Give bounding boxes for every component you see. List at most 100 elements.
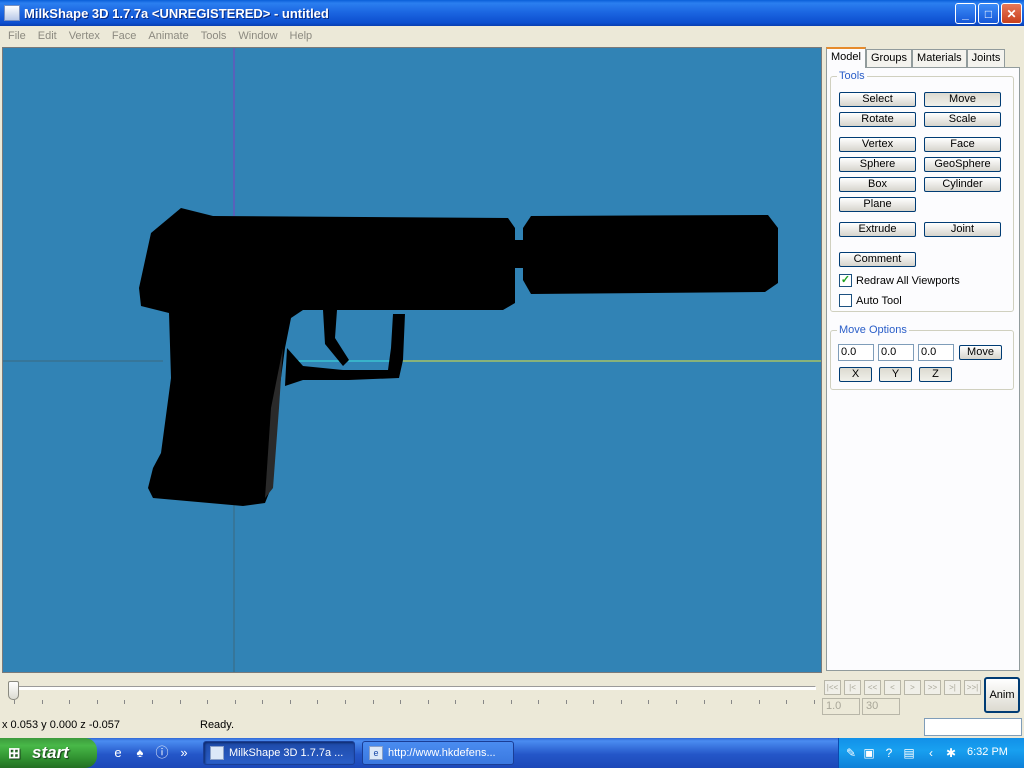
axis-x-toggle[interactable]: X [839, 367, 872, 382]
timeline-tick [593, 700, 595, 704]
face-button[interactable]: Face [924, 137, 1001, 152]
minimize-button[interactable]: _ [955, 3, 976, 24]
tab-materials[interactable]: Materials [912, 49, 967, 68]
scale-button[interactable]: Scale [924, 112, 1001, 127]
timeline-tick [289, 700, 291, 704]
tool-panel: Model Groups Materials Joints Tools Sele… [824, 47, 1022, 673]
redraw-checkbox-box[interactable]: ✓ [839, 274, 852, 287]
tab-model[interactable]: Model [826, 47, 866, 68]
timeline-tick [648, 700, 650, 704]
move-options-legend: Move Options [839, 324, 907, 336]
redraw-all-viewports-checkbox[interactable]: ✓ Redraw All Viewports [839, 274, 960, 287]
start-label: start [32, 743, 69, 762]
rotate-button[interactable]: Rotate [839, 112, 916, 127]
windows-taskbar: ⊞ start e ♠ ⓘ » MilkShape 3D 1.7.7a ... … [0, 738, 1024, 768]
box-button[interactable]: Box [839, 177, 916, 192]
move-apply-button[interactable]: Move [959, 345, 1002, 360]
menu-file[interactable]: File [2, 30, 32, 42]
auto-tool-checkbox[interactable]: Auto Tool [839, 294, 902, 307]
prev-key-button[interactable]: |< [844, 680, 861, 695]
auto-tool-checkbox-box[interactable] [839, 294, 852, 307]
taskbar-item-browser[interactable]: e http://www.hkdefens... [362, 741, 514, 765]
sphere-button[interactable]: Sphere [839, 157, 916, 172]
timeline-tick [317, 700, 319, 704]
quicklaunch-more-icon[interactable]: » [176, 745, 192, 761]
tab-joints[interactable]: Joints [966, 49, 1006, 68]
menu-vertex[interactable]: Vertex [63, 30, 106, 42]
start-button[interactable]: ⊞ start [0, 738, 97, 768]
axis-y-toggle[interactable]: Y [879, 367, 912, 382]
menu-face[interactable]: Face [106, 30, 142, 42]
move-button[interactable]: Move [924, 92, 1001, 107]
plane-button[interactable]: Plane [839, 197, 916, 212]
select-button[interactable]: Select [839, 92, 916, 107]
tray-expand-icon[interactable]: ‹ [923, 745, 939, 761]
menu-tools[interactable]: Tools [195, 30, 233, 42]
timeline-tick [565, 700, 567, 704]
first-frame-button[interactable]: |<< [824, 680, 841, 695]
timeline-tick [400, 700, 402, 704]
move-y-input[interactable]: 0.0 [878, 344, 914, 361]
cylinder-button[interactable]: Cylinder [924, 177, 1001, 192]
title-bar: MilkShape 3D 1.7.7a <UNREGISTERED> - unt… [0, 0, 1024, 26]
timeline-tick [151, 700, 153, 704]
browser-task-icon: e [369, 746, 383, 760]
extrude-button[interactable]: Extrude [839, 222, 916, 237]
timeline-slider-thumb[interactable] [8, 681, 19, 700]
internet-explorer-icon[interactable]: e [110, 745, 126, 761]
timeline-tick [234, 700, 236, 704]
timeline-tick [124, 700, 126, 704]
menu-window[interactable]: Window [232, 30, 283, 42]
timeline-ticks [14, 700, 815, 706]
tray-monitor-icon[interactable]: ▤ [901, 745, 917, 761]
app-icon [4, 5, 20, 21]
rewind-button[interactable]: << [864, 680, 881, 695]
total-frames-field[interactable]: 30 [862, 698, 900, 715]
timeline-tick [538, 700, 540, 704]
joint-button[interactable]: Joint [924, 222, 1001, 237]
timeline-track[interactable] [10, 686, 816, 690]
timeline-tick [731, 700, 733, 704]
menu-help[interactable]: Help [284, 30, 319, 42]
maximize-button[interactable]: □ [978, 3, 999, 24]
timeline-tick [372, 700, 374, 704]
timeline-tick [345, 700, 347, 704]
timeline-tick [455, 700, 457, 704]
menu-animate[interactable]: Animate [142, 30, 194, 42]
timeline-tick [676, 700, 678, 704]
prev-frame-button[interactable]: < [884, 680, 901, 695]
timeline-tick [41, 700, 43, 704]
tools-legend: Tools [839, 70, 865, 82]
taskbar-item-browser-label: http://www.hkdefens... [388, 747, 496, 759]
tab-groups[interactable]: Groups [865, 49, 913, 68]
geosphere-button[interactable]: GeoSphere [924, 157, 1001, 172]
taskbar-item-milkshape[interactable]: MilkShape 3D 1.7.7a ... [203, 741, 355, 765]
comment-button[interactable]: Comment [839, 252, 916, 267]
window-title: MilkShape 3D 1.7.7a <UNREGISTERED> - unt… [24, 5, 329, 21]
move-x-input[interactable]: 0.0 [838, 344, 874, 361]
tray-tool-icon[interactable]: ✎ [843, 745, 859, 761]
model-tab-body: Tools Select Move Rotate Scale Vertex Fa… [826, 67, 1020, 671]
status-bar: x 0.053 y 0.000 z -0.057 Ready. [0, 717, 1024, 737]
menu-edit[interactable]: Edit [32, 30, 63, 42]
quicklaunch-app-icon[interactable]: ♠ [132, 745, 148, 761]
tray-network-icon[interactable]: ▣ [861, 745, 877, 761]
timeline-tick [758, 700, 760, 704]
anim-mode-button[interactable]: Anim [984, 677, 1020, 713]
move-z-input[interactable]: 0.0 [918, 344, 954, 361]
last-frame-button[interactable]: >>| [964, 680, 981, 695]
current-frame-field[interactable]: 1.0 [822, 698, 860, 715]
pistol-model[interactable] [139, 208, 778, 506]
next-frame-button[interactable]: > [904, 680, 921, 695]
fast-forward-button[interactable]: >> [924, 680, 941, 695]
timeline-tick [620, 700, 622, 704]
tray-security-icon[interactable]: ✱ [943, 745, 959, 761]
tray-help-icon[interactable]: ? [881, 745, 897, 761]
next-key-button[interactable]: >| [944, 680, 961, 695]
vertex-button[interactable]: Vertex [839, 137, 916, 152]
axis-z-toggle[interactable]: Z [919, 367, 952, 382]
milkshape-task-icon [210, 746, 224, 760]
close-button[interactable]: ✕ [1001, 3, 1022, 24]
viewport-3d[interactable] [2, 47, 822, 673]
quicklaunch-info-icon[interactable]: ⓘ [154, 745, 170, 761]
